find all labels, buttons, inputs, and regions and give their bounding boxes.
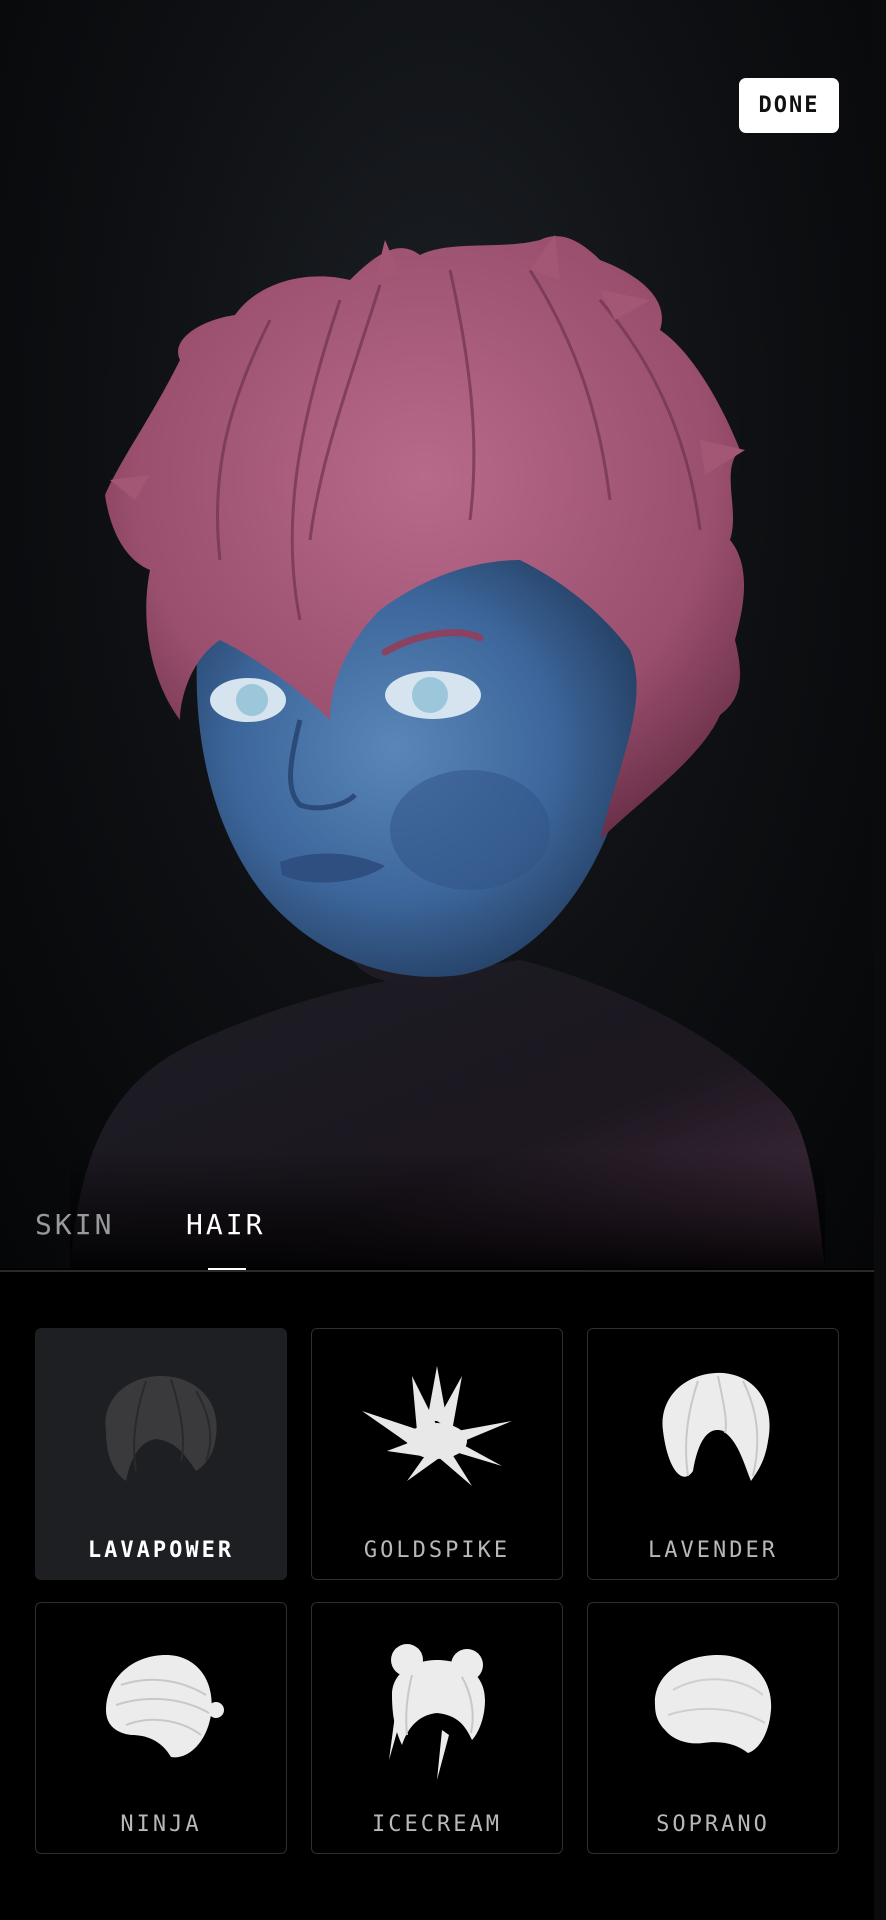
avatar-3d-model[interactable] bbox=[0, 0, 874, 1268]
hair-option-label: LAVENDER bbox=[648, 1538, 778, 1563]
screen-edge bbox=[874, 0, 886, 1920]
hair-option-label: NINJA bbox=[120, 1812, 202, 1837]
hair-option-goldspike[interactable]: GOLDSPIKE bbox=[311, 1328, 563, 1580]
icecream-hair-icon bbox=[389, 1644, 485, 1780]
hair-option-label: LAVAPOWER bbox=[87, 1538, 235, 1563]
tabs-divider bbox=[0, 1270, 874, 1272]
hair-option-lavender[interactable]: LAVENDER bbox=[587, 1328, 839, 1580]
hair-option-label: SOPRANO bbox=[656, 1812, 770, 1837]
hair-option-label: GOLDSPIKE bbox=[363, 1538, 511, 1563]
done-button[interactable]: DONE bbox=[739, 78, 839, 133]
tab-hair[interactable]: HAIR bbox=[186, 1208, 265, 1241]
tab-skin[interactable]: SKIN bbox=[35, 1208, 114, 1241]
hair-option-ninja[interactable]: NINJA bbox=[35, 1602, 287, 1854]
hair-option-label: ICECREAM bbox=[372, 1812, 502, 1837]
hair-option-lavapower[interactable]: LAVAPOWER bbox=[35, 1328, 287, 1580]
soprano-hair-icon bbox=[654, 1655, 772, 1753]
hair-option-icecream[interactable]: ICECREAM bbox=[311, 1602, 563, 1854]
lavender-hair-icon bbox=[662, 1372, 770, 1481]
hair-option-soprano[interactable]: SOPRANO bbox=[587, 1602, 839, 1854]
ninja-hair-icon bbox=[106, 1655, 224, 1758]
goldspike-hair-icon bbox=[362, 1366, 512, 1486]
avatar-preview[interactable]: DONE bbox=[0, 0, 874, 1268]
lavapower-hair-icon bbox=[105, 1376, 217, 1481]
customization-tabs: SKIN HAIR bbox=[0, 1200, 874, 1271]
